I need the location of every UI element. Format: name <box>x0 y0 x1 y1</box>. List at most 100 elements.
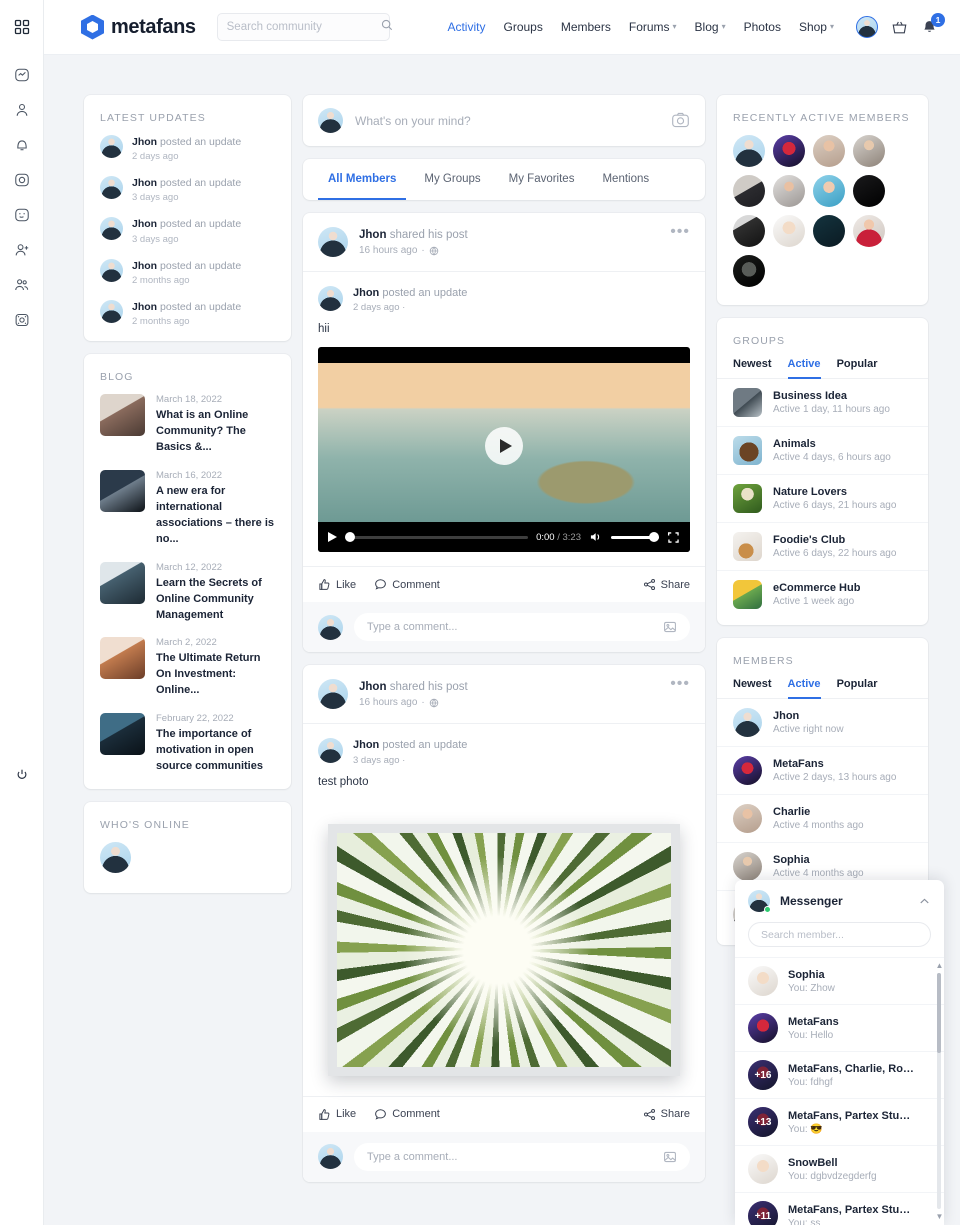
list-item[interactable]: MetaFans Active 2 days, 13 hours ago <box>717 747 928 795</box>
groups-tab-newest[interactable]: Newest <box>733 358 772 379</box>
member-name[interactable]: Charlie <box>773 806 864 818</box>
group-name[interactable]: eCommerce Hub <box>773 582 860 594</box>
member-name[interactable]: Jhon <box>773 710 844 722</box>
list-item[interactable]: +11 MetaFans, Partex Studio, ... You: ss <box>735 1192 944 1225</box>
nav-item-forums[interactable]: Forums ▾ <box>629 20 677 34</box>
fullscreen-icon[interactable] <box>667 531 680 544</box>
group-name[interactable]: Nature Lovers <box>773 486 896 498</box>
comment-field[interactable] <box>354 1142 690 1171</box>
comment-field[interactable] <box>354 613 690 642</box>
comment-button[interactable]: Comment <box>374 578 440 591</box>
progress-knob[interactable] <box>345 532 355 543</box>
avatar[interactable] <box>733 215 765 247</box>
share-button[interactable]: Share <box>643 1108 690 1121</box>
avatar[interactable] <box>733 255 765 287</box>
avatar[interactable] <box>813 215 845 247</box>
list-item[interactable]: Jhon Active right now <box>717 699 928 747</box>
volume-knob[interactable] <box>649 532 659 543</box>
photos-icon[interactable] <box>7 165 37 195</box>
add-friend-icon[interactable] <box>7 235 37 265</box>
play-icon[interactable] <box>328 532 337 543</box>
messenger-header[interactable]: Messenger <box>735 880 944 922</box>
list-item[interactable]: March 2, 2022 The Ultimate Return On Inv… <box>84 637 291 713</box>
list-item[interactable]: +13 MetaFans, Partex Studio, ... You: 😎 <box>735 1098 944 1145</box>
power-icon[interactable] <box>7 760 37 790</box>
inner-author[interactable]: Jhon <box>353 287 379 299</box>
avatar[interactable] <box>733 175 765 207</box>
notifications-bell-icon[interactable]: 1 <box>921 12 945 36</box>
list-item[interactable]: Foodie's Club Active 6 days, 22 hours ag… <box>717 523 928 571</box>
avatar[interactable] <box>733 135 765 167</box>
tab-all-members[interactable]: All Members <box>318 159 407 200</box>
scroll-down-icon[interactable]: ▼ <box>936 1212 944 1221</box>
nav-item-activity[interactable]: Activity <box>447 20 485 34</box>
nav-item-photos[interactable]: Photos <box>744 20 781 34</box>
grid-apps-icon[interactable] <box>7 12 37 42</box>
comment-input[interactable] <box>367 1150 663 1163</box>
tab-my-favorites[interactable]: My Favorites <box>499 159 585 200</box>
activity-icon[interactable] <box>7 60 37 90</box>
list-item[interactable]: Animals Active 4 days, 6 hours ago <box>717 427 928 475</box>
tab-my-groups[interactable]: My Groups <box>414 159 490 200</box>
members-tab-newest[interactable]: Newest <box>733 678 772 699</box>
list-item[interactable]: eCommerce Hub Active 1 week ago <box>717 571 928 618</box>
nav-item-members[interactable]: Members <box>561 20 611 34</box>
volume-icon[interactable] <box>589 530 603 544</box>
groups-tab-active[interactable]: Active <box>787 358 821 379</box>
list-item[interactable]: Jhon posted an update 3 days ago <box>84 176 291 217</box>
list-item[interactable]: Jhon posted an update 2 months ago <box>84 299 291 341</box>
post-author[interactable]: Jhon <box>359 229 386 241</box>
comment-button[interactable]: Comment <box>374 1108 440 1121</box>
nav-item-blog[interactable]: Blog ▾ <box>695 20 726 34</box>
list-item[interactable]: Jhon posted an update 2 days ago <box>84 135 291 176</box>
avatar[interactable] <box>318 738 343 764</box>
list-item[interactable]: Jhon posted an update 2 months ago <box>84 258 291 300</box>
like-button[interactable]: Like <box>318 1108 356 1121</box>
like-button[interactable]: Like <box>318 578 356 591</box>
list-item[interactable]: MetaFans You: Hello <box>735 1004 944 1051</box>
video-progress-slider[interactable] <box>345 532 529 543</box>
avatar[interactable] <box>773 135 805 167</box>
members-tab-active[interactable]: Active <box>787 678 821 699</box>
avatar[interactable] <box>100 842 131 874</box>
avatar[interactable] <box>773 175 805 207</box>
list-item[interactable]: SnowBell You: dgbvdzegderfg <box>735 1145 944 1192</box>
avatar[interactable] <box>318 227 348 257</box>
group-name[interactable]: Foodie's Club <box>773 534 896 546</box>
photo-frame[interactable] <box>328 823 680 1076</box>
avatar[interactable] <box>853 215 885 247</box>
members-tab-popular[interactable]: Popular <box>837 678 878 699</box>
search-box[interactable] <box>216 13 392 41</box>
groups-tab-popular[interactable]: Popular <box>837 358 878 379</box>
image-attach-icon[interactable] <box>663 1150 677 1164</box>
blog-headline[interactable]: The importance of motivation in open sou… <box>156 727 275 775</box>
group-name[interactable]: Animals <box>773 438 891 450</box>
avatar[interactable] <box>318 286 343 311</box>
member-name[interactable]: MetaFans <box>773 758 896 770</box>
post-author[interactable]: Jhon <box>359 681 386 693</box>
cart-icon[interactable] <box>891 19 908 36</box>
notifications-icon[interactable] <box>7 130 37 160</box>
comment-input[interactable] <box>367 621 663 634</box>
nav-item-groups[interactable]: Groups <box>503 20 542 34</box>
user-name[interactable]: Jhon <box>132 136 157 148</box>
avatar[interactable] <box>853 175 885 207</box>
user-name[interactable]: Jhon <box>132 260 157 272</box>
list-item[interactable]: March 16, 2022 A new era for internation… <box>84 469 291 562</box>
tab-mentions[interactable]: Mentions <box>592 159 659 200</box>
volume-slider[interactable] <box>611 532 659 543</box>
list-item[interactable]: Jhon posted an update 3 days ago <box>84 217 291 258</box>
post-options-icon[interactable]: ••• <box>670 224 690 239</box>
play-button-overlay[interactable] <box>485 426 523 465</box>
user-name[interactable]: Jhon <box>132 301 157 313</box>
emoji-icon[interactable] <box>7 200 37 230</box>
image-attach-icon[interactable] <box>663 620 677 634</box>
blog-headline[interactable]: Learn the Secrets of Online Community Ma… <box>156 576 275 624</box>
avatar[interactable] <box>318 679 348 710</box>
members-icon[interactable] <box>7 270 37 300</box>
blog-headline[interactable]: A new era for international associations… <box>156 484 275 548</box>
list-item[interactable]: Nature Lovers Active 6 days, 21 hours ag… <box>717 475 928 523</box>
list-item[interactable]: Sophia You: Zhow <box>735 957 944 1004</box>
messenger-scrollbar[interactable]: ▲ ▼ <box>936 961 944 1221</box>
video-player[interactable]: 0:00 / 3:23 <box>318 347 690 553</box>
